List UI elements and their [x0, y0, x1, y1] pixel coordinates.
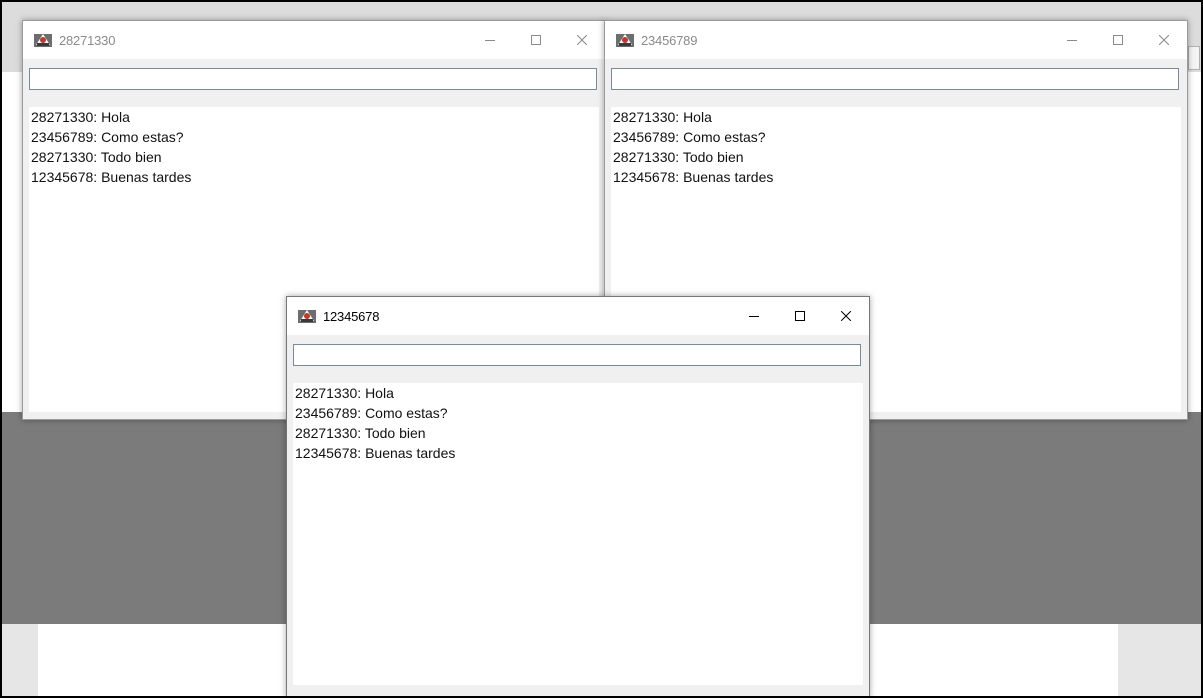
- chat-log[interactable]: 28271330: Hola 23456789: Como estas? 282…: [293, 383, 863, 685]
- chat-message: 28271330: Todo bien: [613, 149, 744, 165]
- chat-message: 12345678: Buenas tardes: [295, 445, 456, 461]
- chat-window-3: 12345678 28271330: Hola 23456789: Como e…: [286, 296, 870, 696]
- window-title: 28271330: [59, 32, 116, 48]
- title-bar[interactable]: 23456789: [605, 21, 1187, 59]
- minimize-icon: [485, 40, 495, 41]
- title-bar[interactable]: 28271330: [23, 21, 605, 59]
- background-panel-right: [1118, 624, 1201, 696]
- close-button[interactable]: [1141, 21, 1187, 59]
- chat-message: 28271330: Hola: [295, 385, 394, 401]
- maximize-button[interactable]: [1095, 21, 1141, 59]
- minimize-icon: [749, 316, 759, 317]
- close-icon: [577, 35, 587, 45]
- message-input[interactable]: [29, 68, 597, 90]
- maximize-button[interactable]: [513, 21, 559, 59]
- title-bar[interactable]: 12345678: [287, 297, 869, 335]
- java-app-icon: [298, 310, 316, 323]
- close-button[interactable]: [823, 297, 869, 335]
- background-panel-left: [2, 624, 38, 696]
- close-icon: [841, 311, 851, 321]
- message-input[interactable]: [611, 68, 1179, 90]
- message-input[interactable]: [293, 344, 861, 366]
- maximize-icon: [531, 35, 541, 45]
- chat-message: 28271330: Hola: [31, 109, 130, 125]
- maximize-icon: [795, 311, 805, 321]
- maximize-button[interactable]: [777, 297, 823, 335]
- window-title: 23456789: [641, 32, 698, 48]
- chat-message: 28271330: Todo bien: [295, 425, 426, 441]
- minimize-button[interactable]: [731, 297, 777, 335]
- java-app-icon: [34, 34, 52, 47]
- chat-message: 23456789: Como estas?: [613, 129, 766, 145]
- minimize-icon: [1067, 40, 1077, 41]
- close-icon: [1159, 35, 1169, 45]
- chat-message: 23456789: Como estas?: [31, 129, 184, 145]
- background-control-edge: [1188, 46, 1200, 70]
- chat-message: 28271330: Hola: [613, 109, 712, 125]
- maximize-icon: [1113, 35, 1123, 45]
- close-button[interactable]: [559, 21, 605, 59]
- java-app-icon: [616, 34, 634, 47]
- minimize-button[interactable]: [1049, 21, 1095, 59]
- window-title: 12345678: [323, 308, 380, 324]
- chat-message: 12345678: Buenas tardes: [613, 169, 774, 185]
- desktop: 28271330 28271330: Hola 23456789: Como e…: [2, 2, 1201, 696]
- chat-message: 12345678: Buenas tardes: [31, 169, 192, 185]
- chat-message: 28271330: Todo bien: [31, 149, 162, 165]
- minimize-button[interactable]: [467, 21, 513, 59]
- chat-message: 23456789: Como estas?: [295, 405, 448, 421]
